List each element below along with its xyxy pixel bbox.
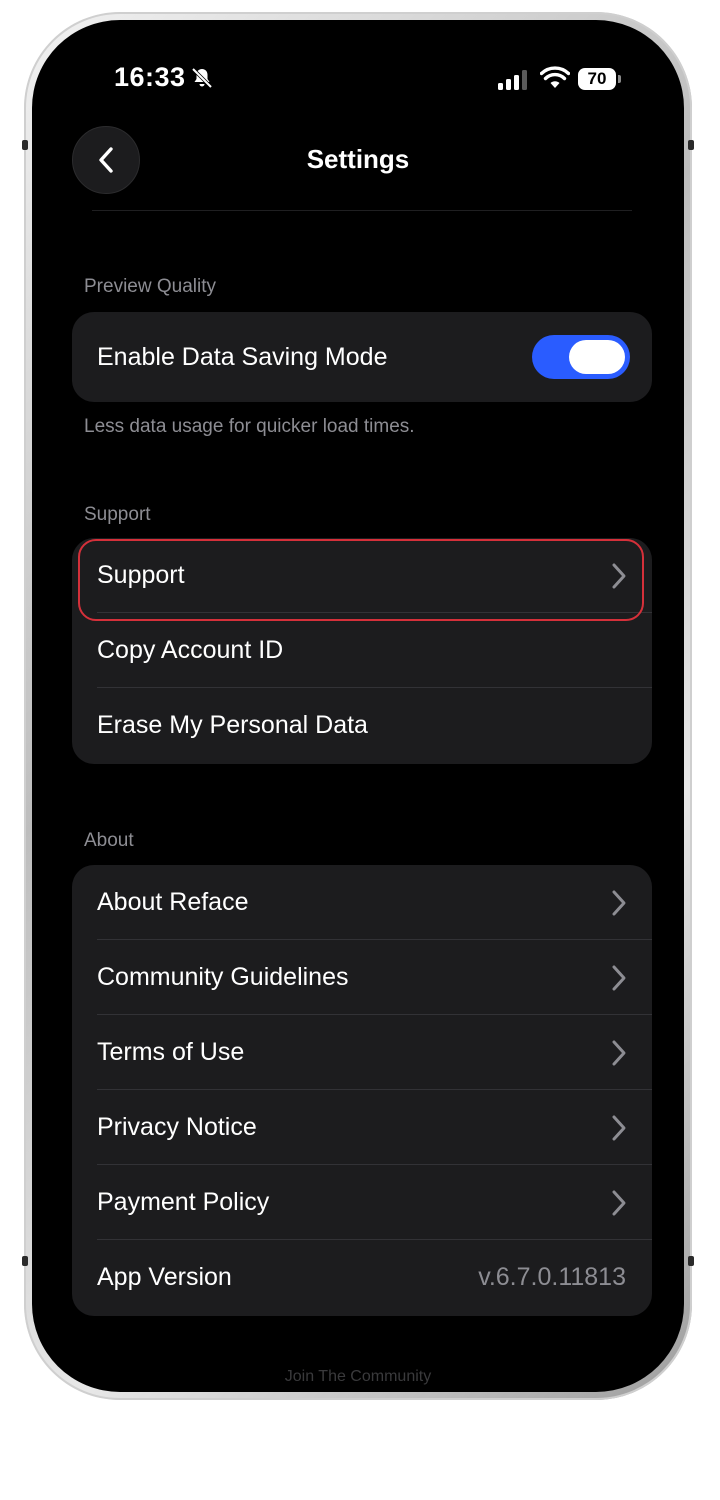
section-header-preview-quality: Preview Quality (84, 276, 216, 297)
payment-policy-label: Payment Policy (97, 1188, 270, 1216)
section-header-support: Support (84, 504, 151, 525)
join-community-text[interactable]: Join The Community (32, 1368, 684, 1386)
row-data-saving-mode: Enable Data Saving Mode (72, 312, 652, 402)
privacy-notice-label: Privacy Notice (97, 1113, 257, 1141)
section-footer-preview-quality: Less data usage for quicker load times. (84, 416, 415, 437)
data-saving-mode-label: Enable Data Saving Mode (97, 342, 388, 371)
chevron-right-icon (612, 965, 626, 991)
screen: 16:33 70 Settings Preview Quality Enable… (32, 20, 684, 1392)
chevron-right-icon (612, 1040, 626, 1066)
terms-of-use-label: Terms of Use (97, 1038, 245, 1066)
card-preview-quality: Enable Data Saving Mode (72, 312, 652, 402)
toggle-knob (569, 340, 625, 374)
side-button-left (22, 140, 28, 150)
side-button-right (688, 140, 694, 150)
card-about: About Reface Community Guidelines Terms … (72, 865, 652, 1316)
row-community-guidelines[interactable]: Community Guidelines (72, 940, 652, 1015)
row-support[interactable]: Support (72, 538, 652, 613)
row-copy-account-id[interactable]: Copy Account ID (72, 613, 652, 688)
header-divider (92, 210, 632, 211)
navigation-bar: Settings (32, 124, 684, 214)
status-bar: 16:33 70 (32, 20, 684, 140)
app-version-value: v.6.7.0.11813 (478, 1263, 626, 1291)
page-title: Settings (306, 144, 410, 174)
battery-level: 70 (587, 69, 607, 88)
card-support: Support Copy Account ID Erase My Persona… (72, 538, 652, 764)
row-privacy-notice[interactable]: Privacy Notice (72, 1090, 652, 1165)
row-app-version: App Version v.6.7.0.11813 (72, 1240, 652, 1315)
chevron-right-icon (612, 1115, 626, 1141)
section-header-about: About (84, 830, 134, 851)
community-guidelines-label: Community Guidelines (97, 963, 349, 991)
about-reface-label: About Reface (97, 888, 249, 916)
chevron-right-icon (612, 563, 626, 589)
chevron-right-icon (612, 890, 626, 916)
data-saving-mode-toggle[interactable] (532, 335, 630, 379)
cellular-signal-icon (498, 70, 527, 90)
wifi-icon (540, 66, 570, 88)
chevron-right-icon (612, 1190, 626, 1216)
copy-account-id-label: Copy Account ID (97, 636, 284, 664)
side-button-left-bottom (22, 1256, 28, 1266)
battery-icon: 70 (578, 68, 616, 90)
row-about-reface[interactable]: About Reface (72, 865, 652, 940)
app-version-label: App Version (97, 1263, 232, 1291)
status-time: 16:33 (114, 62, 186, 92)
bell-slash-icon (191, 67, 213, 89)
row-terms-of-use[interactable]: Terms of Use (72, 1015, 652, 1090)
row-payment-policy[interactable]: Payment Policy (72, 1165, 652, 1240)
battery-tip (618, 75, 621, 83)
side-button-right-bottom (688, 1256, 694, 1266)
support-label: Support (97, 561, 185, 589)
erase-personal-data-label: Erase My Personal Data (97, 711, 368, 739)
row-erase-personal-data[interactable]: Erase My Personal Data (72, 688, 652, 763)
